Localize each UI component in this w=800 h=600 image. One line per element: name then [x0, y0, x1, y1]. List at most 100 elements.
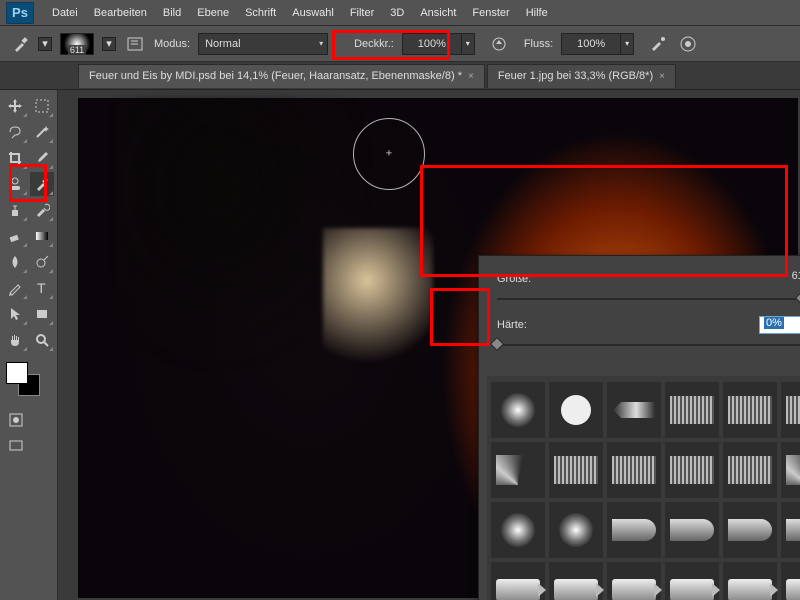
brush-preset[interactable]: 50 [491, 562, 545, 600]
flow-dropdown[interactable]: ▾ [620, 33, 634, 55]
color-swatches[interactable] [2, 362, 55, 398]
blend-mode-select[interactable]: Normal [198, 33, 328, 55]
tool-type[interactable]: T [30, 276, 55, 300]
menu-fenster[interactable]: Fenster [464, 7, 517, 19]
tool-preset-dropdown[interactable]: ▾ [38, 37, 52, 51]
tool-move[interactable] [3, 94, 28, 118]
brush-preset[interactable] [723, 382, 777, 438]
menu-ebene[interactable]: Ebene [189, 7, 237, 19]
opacity-dropdown[interactable]: ▾ [461, 33, 475, 55]
menu-filter[interactable]: Filter [342, 7, 382, 19]
tool-preset-icon[interactable] [12, 35, 30, 53]
tool-pen[interactable] [3, 276, 28, 300]
brush-preset[interactable] [491, 382, 545, 438]
size-slider[interactable] [497, 292, 800, 306]
opacity-label: Deckkr.: [354, 38, 394, 50]
tool-eraser[interactable] [3, 224, 28, 248]
brush-preset[interactable] [781, 562, 800, 600]
brush-preset[interactable] [781, 382, 800, 438]
tool-rect-marquee[interactable] [30, 94, 55, 118]
airbrush-icon[interactable] [647, 33, 669, 55]
menu-bild[interactable]: Bild [155, 7, 189, 19]
menu-ansicht[interactable]: Ansicht [412, 7, 464, 19]
document-tab[interactable]: Feuer 1.jpg bei 33,3% (RGB/8*) × [487, 64, 676, 88]
flow-value: 100% [577, 38, 605, 50]
flow-field[interactable]: 100% ▾ [561, 33, 621, 55]
brush-preview[interactable]: 611 [60, 33, 94, 55]
brush-preset[interactable] [607, 442, 661, 498]
app-logo: Ps [6, 2, 34, 24]
hardness-slider[interactable] [497, 338, 800, 352]
menu-3d[interactable]: 3D [382, 7, 412, 19]
brush-preset[interactable] [665, 502, 719, 558]
brush-preset-grid: 25502550 [487, 376, 800, 600]
tool-brush[interactable] [30, 172, 55, 196]
brush-preset[interactable]: 25 [781, 502, 800, 558]
foreground-swatch[interactable] [6, 362, 28, 384]
mode-label: Modus: [154, 38, 190, 50]
screen-mode-icon[interactable] [3, 434, 29, 458]
opacity-field[interactable]: 100% ▾ [402, 33, 462, 55]
menubar: Ps DateiBearbeitenBildEbeneSchriftAuswah… [0, 0, 800, 26]
brush-preset[interactable] [723, 502, 777, 558]
tool-lasso[interactable] [3, 120, 28, 144]
brush-preset[interactable] [723, 562, 777, 600]
hardness-value[interactable]: 0% [759, 316, 800, 334]
size-value[interactable]: 611 Px [759, 270, 800, 288]
tool-blur[interactable] [3, 250, 28, 274]
svg-text:T: T [37, 280, 46, 296]
brush-preview-size: 611 [68, 45, 86, 55]
pressure-size-icon[interactable] [677, 33, 699, 55]
canvas-area[interactable]: Größe: 611 Px Härte: 0% 25502550 [58, 90, 800, 600]
tab-title: Feuer 1.jpg bei 33,3% (RGB/8*) [498, 70, 653, 82]
tool-history-brush[interactable] [30, 198, 55, 222]
tool-clone[interactable] [3, 198, 28, 222]
brush-preset[interactable] [491, 502, 545, 558]
brush-preset[interactable] [491, 442, 545, 498]
tool-spot-heal[interactable] [3, 172, 28, 196]
document-tab[interactable]: Feuer und Eis by MDI.psd bei 14,1% (Feue… [78, 64, 485, 88]
menu-schrift[interactable]: Schrift [237, 7, 284, 19]
tool-gradient[interactable] [30, 224, 55, 248]
tool-hand[interactable] [3, 328, 28, 352]
document-tabbar: Feuer und Eis by MDI.psd bei 14,1% (Feue… [0, 62, 800, 90]
brush-preset-flyout: Größe: 611 Px Härte: 0% 25502550 [478, 255, 800, 600]
close-icon[interactable]: × [468, 71, 474, 82]
hardness-label: Härte: [497, 319, 527, 331]
brush-panel-toggle-icon[interactable] [124, 33, 146, 55]
brush-preview-dropdown[interactable]: ▾ [102, 37, 116, 51]
tool-eyedropper[interactable] [30, 146, 55, 170]
pressure-opacity-icon[interactable] [488, 33, 510, 55]
menu-bearbeiten[interactable]: Bearbeiten [86, 7, 155, 19]
menu-auswahl[interactable]: Auswahl [284, 7, 342, 19]
opacity-value: 100% [418, 38, 446, 50]
brush-preset[interactable] [607, 502, 661, 558]
tool-zoom[interactable] [30, 328, 55, 352]
brush-preset[interactable]: 25 [549, 562, 603, 600]
menu-datei[interactable]: Datei [44, 7, 86, 19]
size-label: Größe: [497, 273, 531, 285]
brush-preset[interactable] [549, 442, 603, 498]
brush-preset[interactable] [665, 442, 719, 498]
close-icon[interactable]: × [659, 71, 665, 82]
tool-path-select[interactable] [3, 302, 28, 326]
options-bar: ▾ 611 ▾ Modus: Normal Deckkr.: 100% ▾ Fl… [0, 26, 800, 62]
brush-preset[interactable] [665, 562, 719, 600]
brush-preset[interactable] [665, 382, 719, 438]
tool-magic-wand[interactable] [30, 120, 55, 144]
flow-label: Fluss: [524, 38, 553, 50]
brush-preset[interactable] [549, 502, 603, 558]
brush-preset[interactable] [723, 442, 777, 498]
brush-preset[interactable]: 50 [607, 562, 661, 600]
quick-mask-icon[interactable] [3, 408, 29, 432]
tool-dodge[interactable] [30, 250, 55, 274]
tab-title: Feuer und Eis by MDI.psd bei 14,1% (Feue… [89, 70, 462, 82]
brush-preset[interactable] [607, 382, 661, 438]
menu-hilfe[interactable]: Hilfe [518, 7, 556, 19]
blend-mode-value: Normal [205, 38, 240, 50]
brush-preset[interactable] [781, 442, 800, 498]
tool-rectangle[interactable] [30, 302, 55, 326]
brush-cursor [353, 118, 425, 190]
brush-preset[interactable] [549, 382, 603, 438]
tool-crop[interactable] [3, 146, 28, 170]
